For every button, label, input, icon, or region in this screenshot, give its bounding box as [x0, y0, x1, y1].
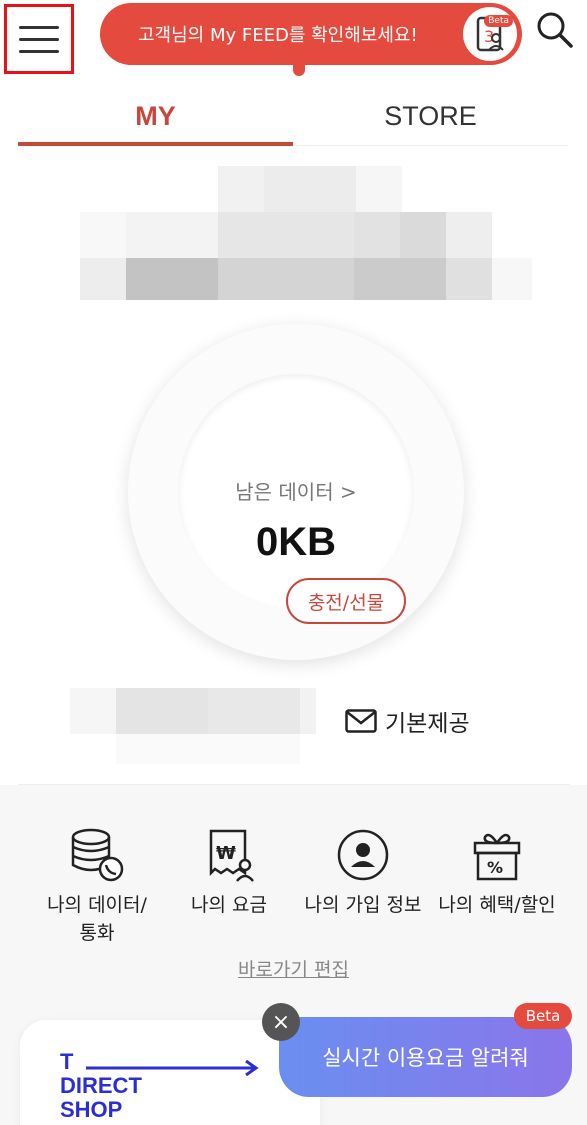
shortcut-my-join-info-label: 나의 가입 정보 [304, 894, 422, 916]
tab-my[interactable]: MY [18, 88, 293, 146]
hamburger-menu-icon[interactable] [4, 4, 74, 74]
shortcut-my-bill[interactable]: ₩ 나의 요금 [164, 825, 294, 919]
basic-offer-label: 기본제공 [385, 711, 470, 737]
main-tabs: MY STORE [18, 88, 568, 146]
user-info-icon [333, 825, 393, 885]
shortcut-my-benefit-label: 나의 혜택/할인 [438, 894, 556, 916]
remaining-data-label[interactable]: 남은 데이터 > [178, 476, 414, 505]
remaining-data-ring: 남은 데이터 > 0KB 충전/선물 [128, 324, 464, 660]
svg-text:₩: ₩ [216, 843, 236, 864]
header: 고객님의 My FEED를 확인해보세요! 3 Beta [0, 0, 587, 80]
shortcut-my-benefit[interactable]: % 나의 혜택/할인 [432, 825, 562, 919]
realtime-beta-badge: Beta [514, 1003, 572, 1029]
realtime-bill-popup[interactable]: 실시간 이용요금 알려줘 [279, 1017, 572, 1097]
remaining-data-center[interactable]: 남은 데이터 > 0KB 충전/선물 [178, 374, 414, 624]
tab-store[interactable]: STORE [293, 88, 568, 145]
basic-offer[interactable]: 기본제공 [345, 704, 470, 738]
my-feed-banner[interactable]: 고객님의 My FEED를 확인해보세요! 3 Beta [100, 3, 522, 65]
realtime-bill-text: 실시간 이용요금 알려줘 [322, 1046, 529, 1070]
data-call-icon [67, 825, 127, 885]
remaining-data-value: 0KB [255, 520, 337, 564]
shortcut-my-join-info[interactable]: 나의 가입 정보 [298, 825, 428, 919]
shortcut-my-data-call[interactable]: 나의 데이터/ 통화 [32, 825, 162, 947]
shortcut-my-bill-label: 나의 요금 [191, 894, 267, 916]
charge-gift-button[interactable]: 충전/선물 [286, 578, 406, 624]
direct-shop-shop: SHOP [60, 1097, 123, 1122]
mail-icon [345, 709, 377, 733]
feed-profile-icon: 3 Beta [463, 7, 517, 61]
search-icon[interactable] [533, 8, 577, 52]
close-icon[interactable]: × [262, 1003, 300, 1041]
arrow-right-icon [86, 1059, 259, 1077]
my-feed-banner-text: 고객님의 My FEED를 확인해보세요! [138, 25, 418, 46]
svg-text:%: % [487, 858, 503, 877]
shortcut-edit-link[interactable]: 바로가기 편집 [0, 955, 587, 982]
bill-icon: ₩ [199, 825, 259, 885]
feed-beta-badge: Beta [484, 15, 513, 27]
banner-tail [293, 62, 305, 76]
gift-discount-icon: % [467, 825, 527, 885]
shortcut-my-data-call-label: 나의 데이터/ 통화 [47, 894, 147, 944]
